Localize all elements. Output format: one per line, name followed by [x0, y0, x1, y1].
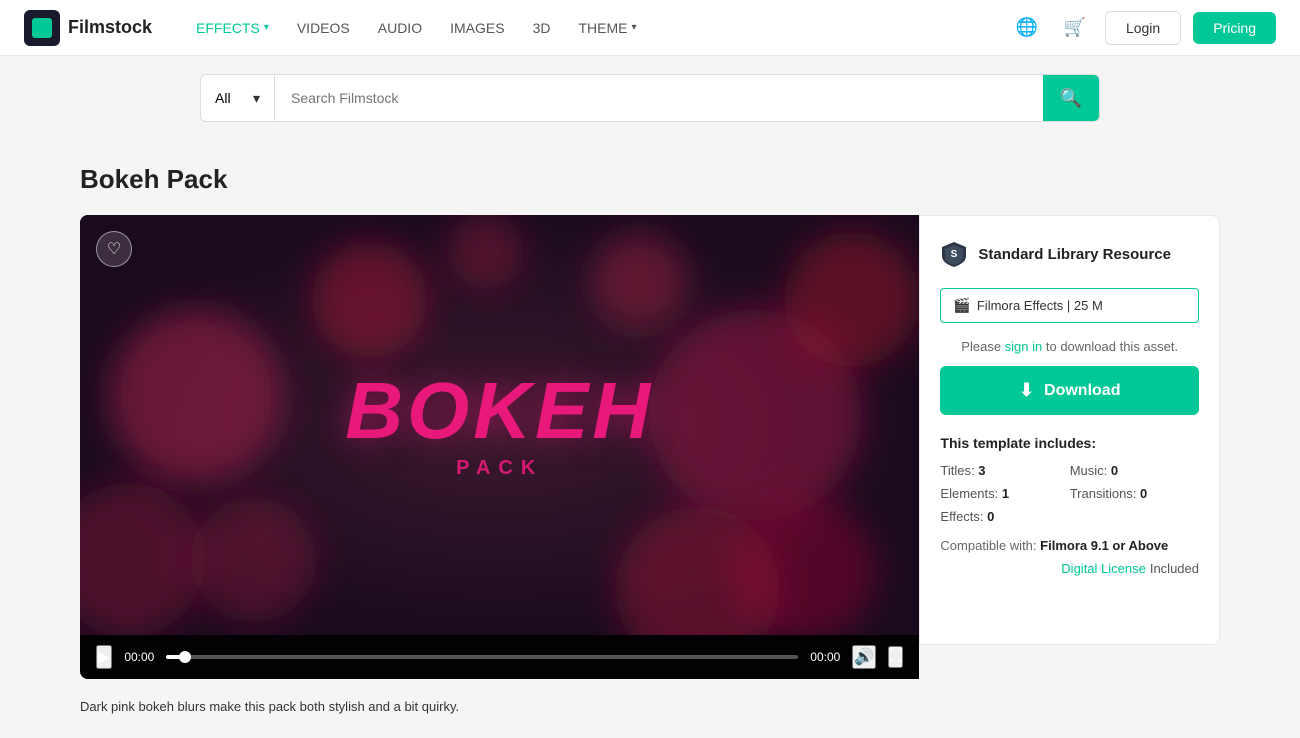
resource-header: S Standard Library Resource [940, 240, 1199, 268]
logo-text: Filmstock [68, 17, 152, 38]
content-layout: ♡ BOKEH PACK ▶ 00:00 00:00 🔊 ⛶ [80, 215, 1220, 679]
svg-text:S: S [951, 249, 958, 260]
main-nav: EFFECTS ▾ VIDEOS AUDIO IMAGES 3D THEME ▾ [184, 12, 648, 44]
nav-item-audio[interactable]: AUDIO [366, 12, 434, 44]
effects-item: Effects: 0 [940, 509, 1069, 524]
time-current: 00:00 [124, 650, 154, 664]
download-button[interactable]: ⬇ Download [940, 366, 1199, 415]
pricing-button[interactable]: Pricing [1193, 12, 1276, 44]
file-tag: 🎬 Filmora Effects | 25 M [940, 288, 1199, 323]
music-item: Music: 0 [1070, 463, 1199, 478]
nav-item-3d[interactable]: 3D [521, 12, 563, 44]
login-button[interactable]: Login [1105, 11, 1181, 45]
time-total: 00:00 [810, 650, 840, 664]
transitions-item: Transitions: 0 [1070, 486, 1199, 501]
pack-subtitle-text: PACK [345, 457, 654, 480]
video-text-overlay: BOKEH PACK [345, 371, 654, 480]
titles-item: Titles: 3 [940, 463, 1069, 478]
cart-button[interactable]: 🛒 [1057, 10, 1093, 46]
template-includes-title: This template includes: [940, 435, 1199, 451]
main-content: Bokeh Pack [0, 140, 1300, 738]
file-tag-text: Filmora Effects | 25 M [977, 298, 1103, 313]
license-row: Digital License Included [940, 561, 1199, 576]
shield-icon: S [940, 240, 968, 268]
dropdown-arrow-icon: ▾ [253, 90, 260, 107]
nav-item-effects[interactable]: EFFECTS ▾ [184, 12, 281, 44]
nav-item-theme[interactable]: THEME ▾ [566, 12, 648, 44]
progress-bar[interactable] [166, 655, 798, 659]
search-button[interactable]: 🔍 [1043, 75, 1099, 121]
play-button[interactable]: ▶ [96, 645, 112, 669]
logo-icon [24, 10, 60, 46]
search-type-select[interactable]: All [215, 90, 247, 106]
description-text: Dark pink bokeh blurs make this pack bot… [80, 699, 1220, 714]
sidebar-panel: S Standard Library Resource 🎬 Filmora Ef… [919, 215, 1220, 645]
page-title: Bokeh Pack [80, 164, 1220, 195]
video-player: ♡ BOKEH PACK ▶ 00:00 00:00 🔊 ⛶ [80, 215, 919, 679]
download-icon: ⬇ [1019, 380, 1034, 401]
search-input[interactable] [275, 75, 1043, 121]
template-grid: Titles: 3 Music: 0 Elements: 1 Transitio… [940, 463, 1199, 524]
search-container: All ▾ 🔍 [200, 74, 1100, 122]
search-section: All ▾ 🔍 [0, 56, 1300, 140]
fullscreen-button[interactable]: ⛶ [888, 646, 903, 668]
signin-link[interactable]: sign in [1005, 339, 1043, 354]
header-actions: 🌐 🛒 Login Pricing [1009, 10, 1276, 46]
chevron-down-icon-2: ▾ [631, 22, 636, 33]
signin-note: Please sign in to download this asset. [940, 339, 1199, 354]
volume-button[interactable]: 🔊 [852, 645, 876, 669]
elements-item: Elements: 1 [940, 486, 1069, 501]
progress-thumb [179, 651, 191, 663]
logo[interactable]: Filmstock [24, 10, 152, 46]
video-area: ♡ BOKEH PACK [80, 215, 919, 635]
template-includes: This template includes: Titles: 3 Music:… [940, 435, 1199, 576]
resource-title: Standard Library Resource [978, 246, 1171, 263]
bokeh-title-text: BOKEH [345, 371, 654, 451]
digital-license-link[interactable]: Digital License [1061, 561, 1146, 576]
main-header: Filmstock EFFECTS ▾ VIDEOS AUDIO IMAGES … [0, 0, 1300, 56]
video-controls: ▶ 00:00 00:00 🔊 ⛶ [80, 635, 919, 679]
favorite-button[interactable]: ♡ [96, 231, 132, 267]
search-icon: 🔍 [1060, 88, 1082, 109]
chevron-down-icon: ▾ [264, 22, 269, 33]
compat-row: Compatible with: Filmora 9.1 or Above [940, 538, 1199, 553]
filmora-icon: 🎬 [953, 297, 970, 314]
search-type-dropdown[interactable]: All ▾ [201, 75, 275, 121]
nav-item-images[interactable]: IMAGES [438, 12, 516, 44]
globe-button[interactable]: 🌐 [1009, 10, 1045, 46]
nav-item-videos[interactable]: VIDEOS [285, 12, 362, 44]
